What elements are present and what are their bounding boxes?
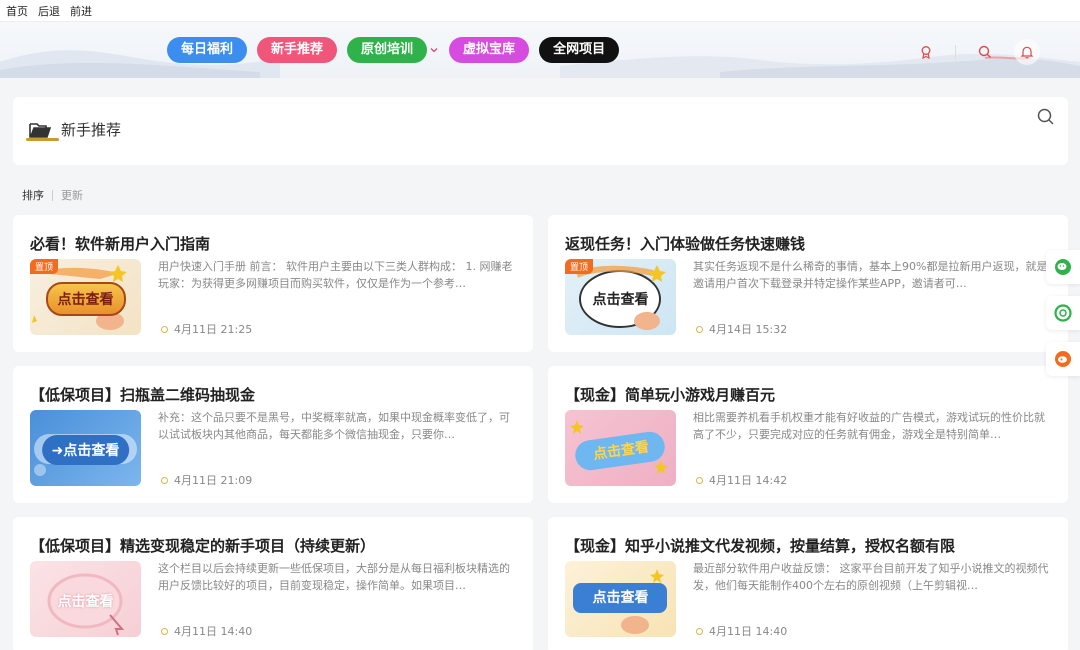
post-excerpt: 用户快速入门手册 前言： 软件用户主要由以下三类人群构成： 1. 网赚老玩家：为… <box>158 260 513 290</box>
post-thumbnail[interactable]: 置顶 点击查看 <box>565 259 676 335</box>
sort-option-updated[interactable]: 更新 <box>61 187 83 203</box>
post-thumbnail[interactable]: 点击查看 <box>30 561 141 637</box>
browser-home-link[interactable]: 首页 <box>6 3 28 19</box>
weibo-icon <box>1055 351 1071 367</box>
post-card[interactable]: 【低保项目】精选变现稳定的新手项目（持续更新） 点击查看 这个栏目以后会持续更新… <box>13 517 533 650</box>
post-thumbnail[interactable]: 点击查看 <box>565 561 676 637</box>
nav-pill-training-group: 原创培训 <box>347 37 439 63</box>
post-title[interactable]: 【现金】简单玩小游戏月赚百元 <box>565 384 775 405</box>
time-icon <box>161 476 168 484</box>
post-date: 4月11日 14:40 <box>174 625 253 638</box>
post-title[interactable]: 【低保项目】扫瓶盖二维码抽现金 <box>30 384 255 405</box>
post-card[interactable]: 必看！软件新用户入门指南 置顶 点击查看 用户快速入门手册 前言： 软件用户主要… <box>13 215 533 352</box>
browser-back-link[interactable]: 后退 <box>38 3 60 19</box>
post-excerpt: 最近部分软件用户收益反馈： 这家平台目前开发了知乎小说推文的视频代发，他们每天能… <box>693 562 1049 592</box>
time-icon <box>696 476 703 484</box>
search-icon[interactable] <box>1036 107 1056 127</box>
post-date: 4月11日 14:40 <box>709 625 788 638</box>
header-divider <box>955 45 956 59</box>
post-meta: 4月11日 14:40 <box>161 623 252 639</box>
pinned-badge: 置顶 <box>565 259 594 274</box>
browser-nav-bar: 首页 后退 前进 <box>0 0 1080 22</box>
share-moments-button[interactable] <box>1046 296 1080 330</box>
category-title: 新手推荐 <box>61 121 122 139</box>
bell-icon <box>1020 46 1034 59</box>
sort-bar: 排序 更新 <box>22 187 83 203</box>
category-title-row: 新手推荐 <box>29 119 121 140</box>
time-icon <box>161 627 168 635</box>
award-icon[interactable] <box>915 41 937 63</box>
post-excerpt: 相比需要养机看手机权重才能有好收益的广告模式，游戏试玩的性价比就高了不少，只要完… <box>693 411 1045 441</box>
post-excerpt: 其实任务返现不是什么稀奇的事情，基本上90%都是拉新用户返现，就是邀请用户首次下… <box>693 260 1048 290</box>
post-title[interactable]: 必看！软件新用户入门指南 <box>30 233 210 254</box>
sort-divider <box>52 189 53 201</box>
post-thumbnail[interactable]: 点击查看 <box>565 410 676 486</box>
post-title[interactable]: 【现金】知乎小说推文代发视频，按量结算，授权名额有限 <box>565 535 955 556</box>
browser-forward-link[interactable]: 前进 <box>70 3 92 19</box>
post-meta: 4月11日 14:40 <box>696 623 787 639</box>
post-meta: 4月11日 21:25 <box>161 321 252 337</box>
thumbnail-label: 点击查看 <box>592 291 649 308</box>
post-meta: 4月14日 15:32 <box>696 321 787 337</box>
post-card[interactable]: 【现金】知乎小说推文代发视频，按量结算，授权名额有限 点击查看 最近部分软件用户… <box>548 517 1068 650</box>
post-date: 4月11日 14:42 <box>709 474 788 487</box>
search-icon[interactable] <box>974 41 996 63</box>
folder-open-icon <box>29 122 51 138</box>
nav-pill-daily-welfare[interactable]: 每日福利 <box>167 37 248 63</box>
post-title[interactable]: 返现任务！入门体验做任务快速赚钱 <box>565 233 805 254</box>
nav-pill-virtual-vault[interactable]: 虚拟宝库 <box>449 37 530 63</box>
moments-icon <box>1054 304 1072 322</box>
post-title[interactable]: 【低保项目】精选变现稳定的新手项目（持续更新） <box>30 535 375 556</box>
thumbnail-label: 点击查看 <box>592 589 649 606</box>
main-nav: 每日福利 新手推荐 原创培训 虚拟宝库 全网项目 <box>167 37 620 63</box>
header-tools <box>915 39 1040 65</box>
floating-share-bar <box>1046 250 1080 376</box>
time-icon <box>161 325 168 333</box>
post-date: 4月14日 15:32 <box>709 323 788 336</box>
pinned-badge: 置顶 <box>30 259 59 274</box>
post-thumbnail[interactable]: ➜点击查看 <box>30 410 141 486</box>
post-excerpt: 这个栏目以后会持续更新一些低保项目，大部分是从每日福利板块精选的用户反馈比较好的… <box>158 562 510 592</box>
post-meta: 4月11日 14:42 <box>696 472 787 488</box>
chevron-down-icon[interactable] <box>429 45 439 55</box>
nav-pill-all-projects[interactable]: 全网项目 <box>539 37 620 63</box>
nav-pill-training[interactable]: 原创培训 <box>347 37 428 63</box>
post-thumbnail[interactable]: 置顶 点击查看 <box>30 259 141 335</box>
thumbnail-label: 点击查看 <box>45 281 126 316</box>
post-card[interactable]: 返现任务！入门体验做任务快速赚钱 置顶 点击查看 其实任务返现不是什么稀奇的事情… <box>548 215 1068 352</box>
thumbnail-label: ➜点击查看 <box>41 434 130 465</box>
post-excerpt: 补充：这个品只要不是黑号，中奖概率就高，如果中现金概率变低了，可以试试板块内其他… <box>158 411 510 441</box>
sort-option-default[interactable]: 排序 <box>22 187 44 203</box>
wechat-icon <box>1055 259 1071 275</box>
thumbnail-label: 点击查看 <box>57 593 114 610</box>
site-header: 每日福利 新手推荐 原创培训 虚拟宝库 全网项目 <box>0 22 1080 78</box>
post-meta: 4月11日 21:09 <box>161 472 252 488</box>
notification-button[interactable] <box>1014 39 1040 65</box>
time-icon <box>696 325 703 333</box>
post-date: 4月11日 21:25 <box>174 323 253 336</box>
post-card[interactable]: 【现金】简单玩小游戏月赚百元 点击查看 相比需要养机看手机权重才能有好收益的广告… <box>548 366 1068 503</box>
time-icon <box>696 627 703 635</box>
category-title-underline <box>26 138 59 141</box>
post-date: 4月11日 21:09 <box>174 474 253 487</box>
post-card[interactable]: 【低保项目】扫瓶盖二维码抽现金 ➜点击查看 补充：这个品只要不是黑号，中奖概率就… <box>13 366 533 503</box>
category-header-card: 新手推荐 <box>13 97 1068 165</box>
nav-pill-newbie[interactable]: 新手推荐 <box>257 37 338 63</box>
share-wechat-button[interactable] <box>1046 250 1080 284</box>
share-weibo-button[interactable] <box>1046 342 1080 376</box>
